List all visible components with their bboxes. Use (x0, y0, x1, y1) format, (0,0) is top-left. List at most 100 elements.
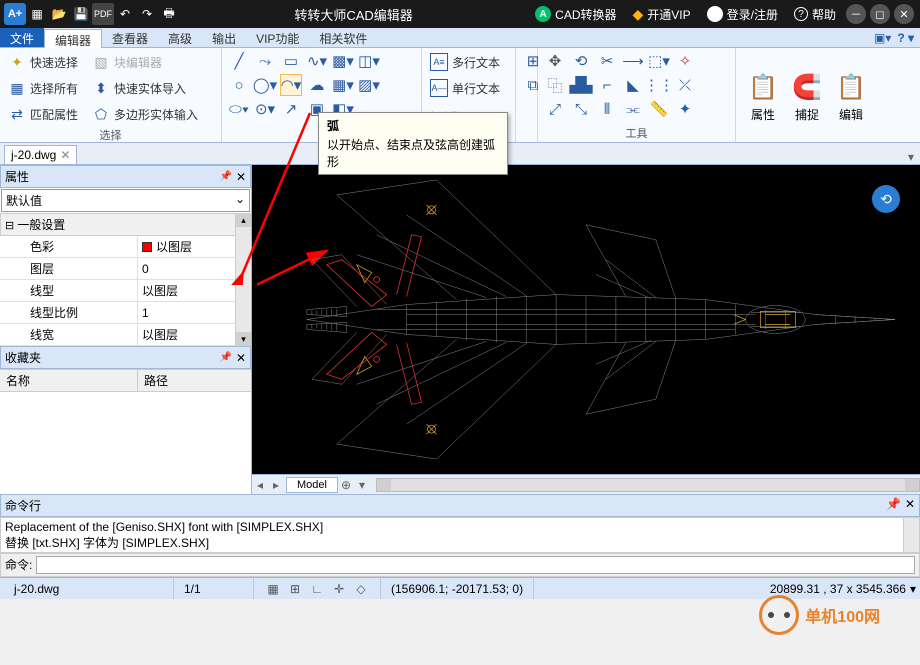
stretch-icon[interactable]: ⤢ (544, 98, 566, 120)
grid-toggle-icon[interactable]: ▦ (264, 580, 282, 598)
line-icon[interactable]: ╱ (228, 50, 250, 72)
polyline-icon[interactable]: ⤳ (254, 50, 276, 72)
mtext-button[interactable]: A≡多行文本 (428, 50, 509, 74)
point-icon[interactable]: ⊙▾ (254, 98, 276, 120)
redo-icon[interactable]: ↷ (136, 3, 158, 25)
mirror-icon[interactable]: ▟▙ (570, 74, 592, 96)
stext-button[interactable]: A—单行文本 (428, 76, 509, 100)
new-icon[interactable]: ▦ (26, 3, 48, 25)
pdf-icon[interactable]: PDF (92, 3, 114, 25)
table-icon[interactable]: ▦▾ (332, 74, 354, 96)
tab-next-icon[interactable]: ▸ (268, 478, 284, 492)
pin-icon[interactable]: 📌 (219, 171, 231, 182)
polar-toggle-icon[interactable]: ✛ (330, 580, 348, 598)
properties-button[interactable]: 📋属性 (742, 50, 784, 140)
cloud-icon[interactable]: ☁ (306, 74, 328, 96)
spline-icon[interactable]: ∿▾ (306, 50, 328, 72)
tab-prev-icon[interactable]: ◂ (252, 478, 268, 492)
pin-icon[interactable]: 📌 (219, 352, 231, 363)
block-tool-icon[interactable]: ◫▾ (358, 50, 380, 72)
menu-vip[interactable]: VIP功能 (246, 28, 309, 47)
panel-close-icon[interactable]: ✕ (236, 170, 246, 184)
menu-output[interactable]: 输出 (202, 28, 246, 47)
tab-more-icon[interactable]: ⊕ (338, 478, 354, 492)
mtext-icon: A≡ (430, 53, 448, 71)
maximize-icon[interactable]: ◻ (870, 4, 890, 24)
dropdown-icon[interactable]: ⬚▾ (648, 50, 670, 72)
drawing-canvas[interactable]: ⟲ (252, 165, 920, 474)
offset-icon[interactable]: ⫴ (596, 98, 618, 120)
props-scrollbar[interactable]: ▴▾ (235, 213, 251, 346)
copy-icon[interactable]: ⿻ (544, 74, 566, 96)
vip-button[interactable]: ◆开通VIP (625, 0, 699, 28)
polygon-input-button[interactable]: ⬠多边形实体输入 (90, 102, 200, 126)
measure-icon[interactable]: 📏 (648, 98, 670, 120)
circle2-icon[interactable]: ◯▾ (254, 74, 276, 96)
ray-icon[interactable]: ↗ (280, 98, 302, 120)
save-icon[interactable]: 💾 (70, 3, 92, 25)
edit-button[interactable]: 📋编辑 (830, 50, 872, 140)
compass-icon[interactable]: ⟲ (872, 185, 900, 213)
command-input[interactable] (36, 556, 915, 574)
explode-icon[interactable]: ✧ (674, 50, 696, 72)
tab-close-icon[interactable]: ✕ (60, 148, 70, 162)
block-icon: ▧ (92, 53, 110, 71)
menu-viewer[interactable]: 查看器 (102, 28, 158, 47)
menu-advanced[interactable]: 高级 (158, 28, 202, 47)
app-logo[interactable]: A+ (4, 3, 26, 25)
magnet-icon: 🧲 (791, 72, 823, 104)
props-section[interactable]: ⊟ 一般设置 (0, 213, 251, 236)
ellipse-icon[interactable]: ⬭▾ (228, 98, 250, 120)
close-icon[interactable]: ✕ (894, 4, 914, 24)
circle-icon[interactable]: ○ (228, 74, 250, 96)
clean-icon[interactable]: ✦ (674, 98, 696, 120)
move-icon[interactable]: ✥ (544, 50, 566, 72)
horizontal-scrollbar[interactable] (376, 478, 920, 492)
select-all-button[interactable]: ▦选择所有 (6, 76, 80, 100)
tab-dropdown-icon[interactable]: ▾ (902, 150, 920, 164)
cad-converter-button[interactable]: ACAD转换器 (527, 0, 624, 28)
snap-toggle-icon[interactable]: ⊞ (286, 580, 304, 598)
open-icon[interactable]: 📂 (48, 3, 70, 25)
menu-editor[interactable]: 编辑器 (44, 29, 102, 48)
props-combo[interactable]: 默认值⌄ (1, 189, 250, 212)
model-tab[interactable]: Model (286, 477, 338, 493)
status-coords: (156906.1; -20171.53; 0) (381, 578, 534, 599)
pattern-icon[interactable]: ▨▾ (358, 74, 380, 96)
cmdlog-scrollbar[interactable] (903, 518, 919, 552)
help-button[interactable]: ?帮助 (786, 0, 844, 28)
minimize-icon[interactable]: － (846, 4, 866, 24)
pin-icon[interactable]: 📌 (886, 497, 901, 514)
rotate-icon[interactable]: ⟲ (570, 50, 592, 72)
command-prompt-label: 命令: (5, 556, 32, 574)
panel-close-icon[interactable]: ✕ (236, 351, 246, 365)
layers-icon[interactable]: ▣▾ (874, 31, 891, 45)
join-icon[interactable]: ⫘ (622, 98, 644, 120)
match-props-button[interactable]: ⇄匹配属性 (6, 102, 80, 126)
trim-icon[interactable]: ✂ (596, 50, 618, 72)
status-dropdown-icon[interactable]: ▾ (910, 582, 916, 596)
snap-button[interactable]: 🧲捕捉 (786, 50, 828, 140)
array-icon[interactable]: ⋮⋮ (648, 74, 670, 96)
quick-select-button[interactable]: ✦快速选择 (6, 50, 80, 74)
rect-icon[interactable]: ▭ (280, 50, 302, 72)
login-button[interactable]: 登录/注册 (699, 0, 786, 28)
menu-file[interactable]: 文件 (0, 28, 44, 47)
fillet-icon[interactable]: ⌐ (596, 74, 618, 96)
scale-icon[interactable]: ⤡ (570, 98, 592, 120)
extend-icon[interactable]: ⟶ (622, 50, 644, 72)
arc-icon[interactable]: ◠▾ (280, 74, 302, 96)
document-tab[interactable]: j-20.dwg✕ (4, 145, 77, 164)
fast-import-button[interactable]: ⬍快速实体导入 (90, 76, 188, 100)
break-icon[interactable]: ⤫ (674, 74, 696, 96)
undo-icon[interactable]: ↶ (114, 3, 136, 25)
chamfer-icon[interactable]: ◣ (622, 74, 644, 96)
hatch-icon[interactable]: ▩▾ (332, 50, 354, 72)
panel-close-icon[interactable]: ✕ (905, 497, 915, 514)
block-editor-button[interactable]: ▧块编辑器 (90, 50, 164, 74)
ortho-toggle-icon[interactable]: ∟ (308, 580, 326, 598)
menu-related[interactable]: 相关软件 (309, 28, 377, 47)
print-icon[interactable]: 🖶 (158, 3, 180, 25)
menu-help-icon[interactable]: ? ▾ (897, 31, 914, 45)
osnap-toggle-icon[interactable]: ◇ (352, 580, 370, 598)
